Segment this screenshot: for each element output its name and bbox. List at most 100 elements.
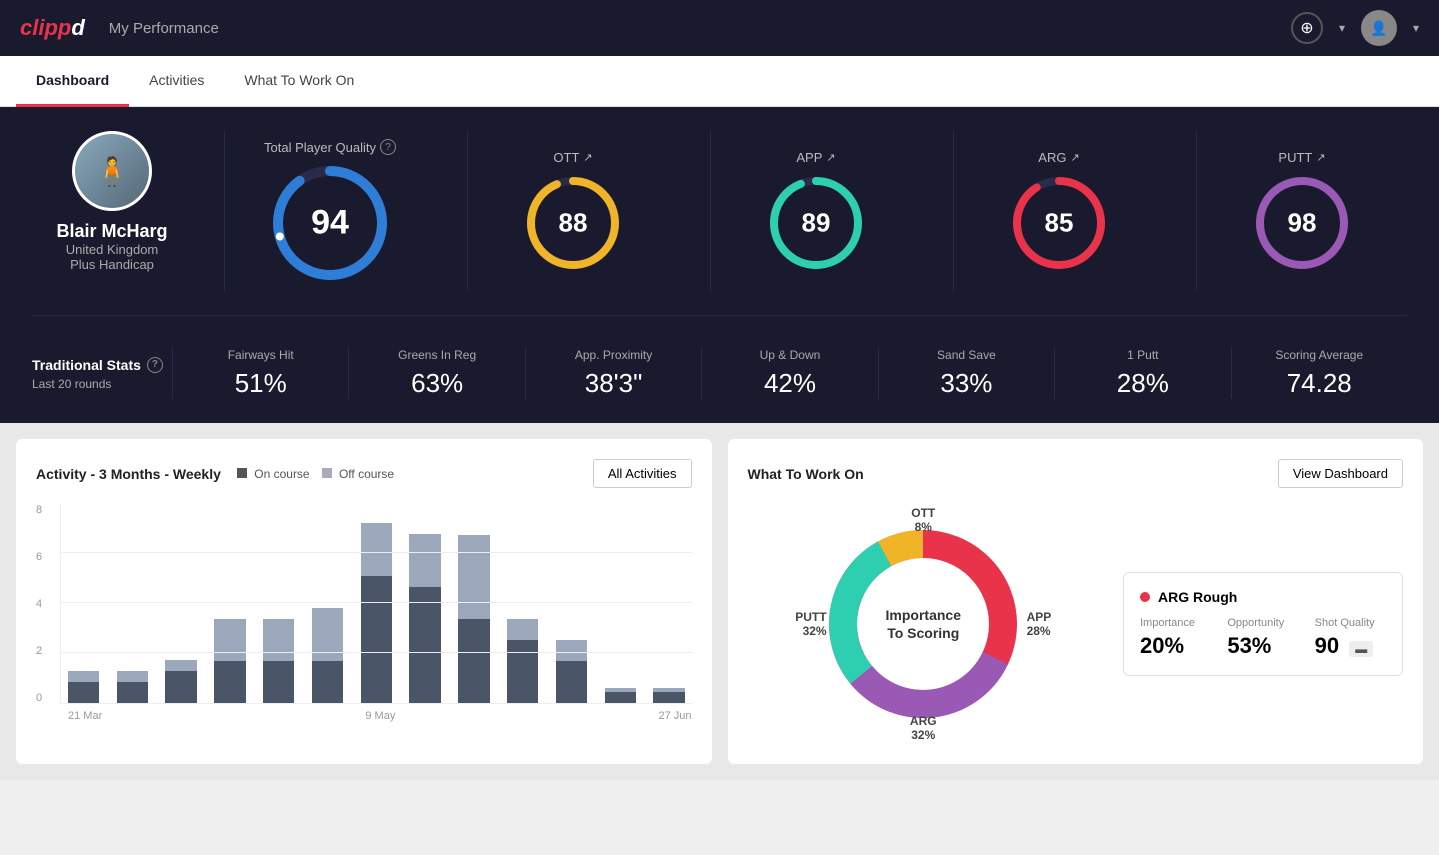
performance-banner: 🧍 Blair McHarg United Kingdom Plus Handi… xyxy=(0,107,1439,423)
bar-group xyxy=(549,504,594,703)
user-avatar[interactable]: 👤 xyxy=(1361,10,1397,46)
stat-greens: Greens In Reg 63% xyxy=(348,348,524,399)
on-course-bar xyxy=(312,661,343,703)
add-button[interactable]: ⊕ xyxy=(1291,12,1323,44)
bar-group xyxy=(159,504,204,703)
on-course-bar xyxy=(556,661,587,703)
trad-stats-help[interactable]: ? xyxy=(147,357,163,373)
off-course-bar xyxy=(556,640,587,661)
detail-title: ARG Rough xyxy=(1158,589,1237,605)
stat-updown-value: 42% xyxy=(718,368,861,399)
stat-sandsave-label: Sand Save xyxy=(895,348,1038,362)
off-course-bar xyxy=(507,619,538,640)
stats-grid: Fairways Hit 51% Greens In Reg 63% App. … xyxy=(172,348,1407,399)
bar-group xyxy=(647,504,692,703)
total-quality-circle: 94 xyxy=(270,163,390,283)
total-quality-label: Total Player Quality ? xyxy=(264,139,396,155)
activity-header-left: Activity - 3 Months - Weekly On course O… xyxy=(36,466,394,482)
avatar-chevron: ▾ xyxy=(1413,21,1419,35)
details-card-header: ARG Rough xyxy=(1140,589,1386,605)
bar-group xyxy=(452,504,497,703)
on-course-bar xyxy=(361,576,392,703)
bar-group xyxy=(500,504,545,703)
arg-circle: 85 xyxy=(1009,173,1109,273)
donut-label-putt: PUTT 32% xyxy=(795,610,826,638)
shot-quality-badge: ▬ xyxy=(1349,641,1373,657)
stat-scoring-value: 74.28 xyxy=(1248,368,1391,399)
arg-block: ARG ↗ 85 xyxy=(953,131,1164,291)
metric-importance-label: Importance xyxy=(1140,617,1211,629)
stat-scoring-label: Scoring Average xyxy=(1248,348,1391,362)
putt-value: 98 xyxy=(1288,207,1317,238)
stat-updown: Up & Down 42% xyxy=(701,348,877,399)
traditional-stats: Traditional Stats ? Last 20 rounds Fairw… xyxy=(32,348,1407,399)
off-course-bar xyxy=(361,523,392,576)
tab-what-to-work-on[interactable]: What To Work On xyxy=(224,56,374,107)
stat-fairways-value: 51% xyxy=(189,368,332,399)
player-country: United Kingdom xyxy=(66,242,159,257)
off-course-bar xyxy=(263,619,294,661)
stat-scoring: Scoring Average 74.28 xyxy=(1231,348,1407,399)
donut-label-ott: OTT 8% xyxy=(911,506,935,534)
total-quality-value: 94 xyxy=(311,204,349,243)
arg-arrow-icon: ↗ xyxy=(1070,151,1079,164)
bars-area xyxy=(60,504,692,704)
grid-line-4 xyxy=(61,602,692,603)
off-course-bar xyxy=(165,660,196,671)
player-info: 🧍 Blair McHarg United Kingdom Plus Handi… xyxy=(32,131,192,291)
on-course-bar xyxy=(605,692,636,703)
on-course-bar xyxy=(117,682,148,703)
putt-circle: 98 xyxy=(1252,173,1352,273)
stat-proximity-label: App. Proximity xyxy=(542,348,685,362)
putt-arrow-icon: ↗ xyxy=(1316,151,1325,164)
stat-greens-value: 63% xyxy=(365,368,508,399)
off-course-bar xyxy=(458,535,489,619)
metric-importance-value: 20% xyxy=(1140,633,1211,659)
off-course-bar xyxy=(409,534,440,587)
player-avatar: 🧍 xyxy=(72,131,152,211)
off-course-legend: Off course xyxy=(322,467,394,481)
stat-oneputt: 1 Putt 28% xyxy=(1054,348,1230,399)
stat-oneputt-label: 1 Putt xyxy=(1071,348,1214,362)
stat-sandsave-value: 33% xyxy=(895,368,1038,399)
wtwo-title: What To Work On xyxy=(748,466,864,482)
metric-shot-quality-label: Shot Quality xyxy=(1315,617,1386,629)
x-label-may: 9 May xyxy=(365,710,395,722)
tab-activities[interactable]: Activities xyxy=(129,56,224,107)
off-course-dot xyxy=(322,468,332,478)
donut-section: ImportanceTo Scoring OTT 8% APP 28% ARG … xyxy=(748,504,1100,744)
grid-line-2 xyxy=(61,652,692,653)
bar-group xyxy=(256,504,301,703)
ott-block: OTT ↗ 88 xyxy=(467,131,678,291)
trad-stats-title: Traditional Stats xyxy=(32,357,141,373)
bar-group xyxy=(61,504,106,703)
wtwo-panel-header: What To Work On View Dashboard xyxy=(748,459,1404,488)
view-dashboard-button[interactable]: View Dashboard xyxy=(1278,459,1403,488)
metric-shot-quality-value: 90 ▬ xyxy=(1315,633,1386,659)
bar-group xyxy=(207,504,252,703)
off-course-bar xyxy=(312,608,343,661)
metric-opportunity-label: Opportunity xyxy=(1227,617,1298,629)
off-course-bar xyxy=(68,671,99,682)
x-label-mar: 21 Mar xyxy=(68,710,102,722)
player-name: Blair McHarg xyxy=(56,221,167,242)
stat-greens-label: Greens In Reg xyxy=(365,348,508,362)
ott-circle: 88 xyxy=(523,173,623,273)
metric-shot-quality: Shot Quality 90 ▬ xyxy=(1315,617,1386,659)
activity-title: Activity - 3 Months - Weekly xyxy=(36,466,221,482)
stat-sandsave: Sand Save 33% xyxy=(878,348,1054,399)
header-actions: ⊕ ▾ 👤 ▾ xyxy=(1291,10,1419,46)
tab-dashboard[interactable]: Dashboard xyxy=(16,56,129,107)
stat-proximity-value: 38'3" xyxy=(542,368,685,399)
total-quality-help[interactable]: ? xyxy=(380,139,396,155)
trad-stats-subtitle: Last 20 rounds xyxy=(32,377,172,391)
on-course-bar xyxy=(409,587,440,703)
app-block: APP ↗ 89 xyxy=(710,131,921,291)
app-value: 89 xyxy=(802,207,831,238)
banner-top: 🧍 Blair McHarg United Kingdom Plus Handi… xyxy=(32,131,1407,316)
on-course-bar xyxy=(165,671,196,703)
chart-body: 0 2 4 6 8 xyxy=(36,504,692,704)
all-activities-button[interactable]: All Activities xyxy=(593,459,692,488)
chart-y-axis: 0 2 4 6 8 xyxy=(36,504,60,704)
total-quality-block: Total Player Quality ? 94 xyxy=(224,131,435,291)
